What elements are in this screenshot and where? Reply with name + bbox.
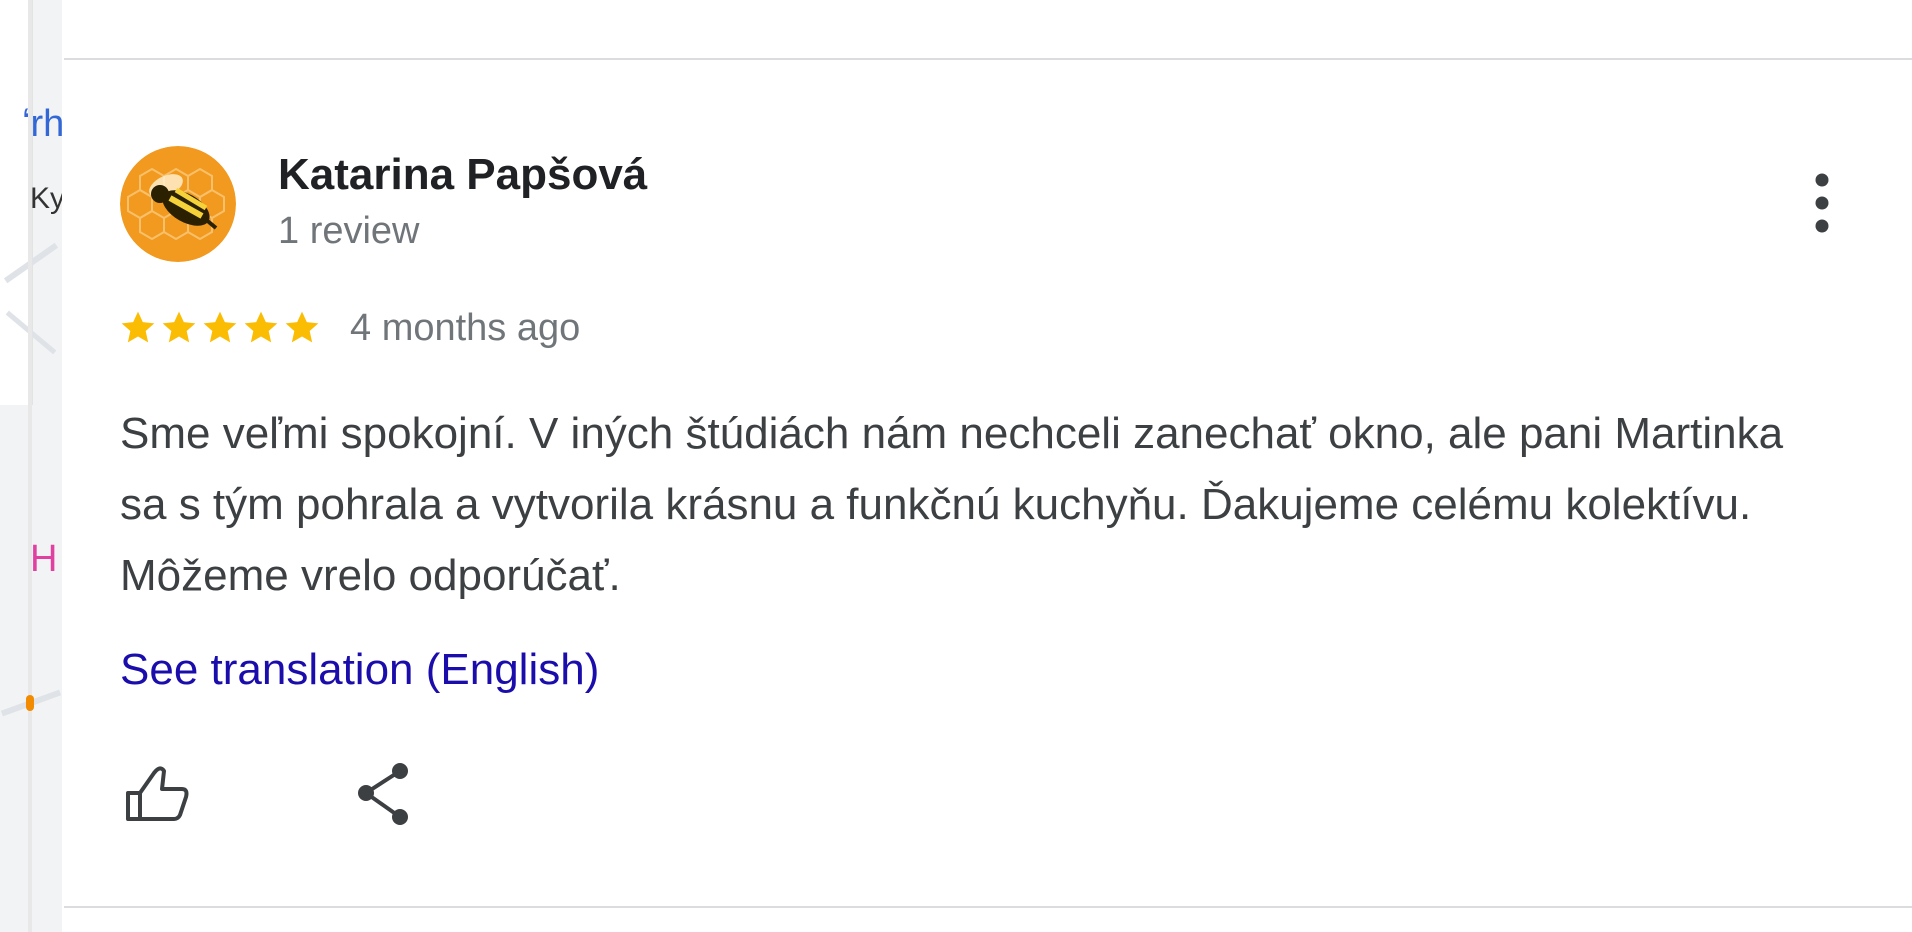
share-button[interactable] [348,755,424,831]
divider [64,58,1912,60]
divider [64,906,1912,908]
map-label-fragment: ʻrh [22,103,62,145]
bee-avatar-icon [120,146,236,262]
review-page: ʻrh Ky H Katarina Papšová 1 review 4 mon… [0,0,1912,932]
review-time: 4 months ago [350,306,581,349]
map-marker-dot[interactable] [26,695,34,711]
map-label-fragment: Ky [30,182,62,215]
star-icon [285,311,319,343]
map-edge[interactable]: ʻrh Ky H [0,0,62,932]
see-translation-link[interactable]: See translation (English) [120,645,599,695]
like-button[interactable] [120,755,196,831]
star-icon [203,311,237,343]
thumbs-up-icon [126,766,189,821]
rating-row: 4 months ago [118,300,580,356]
star-rating [118,308,322,348]
share-icon [358,763,408,825]
star-icon [162,311,196,343]
reviewer-review-count: 1 review [278,210,420,252]
star-icon [244,311,278,343]
more-vertical-icon [1815,173,1829,233]
map-label-fragment: H [30,538,58,580]
star-icon [121,311,155,343]
review-text: Sme veľmi spokojní. V iných štúdiách nám… [120,409,1784,600]
more-options-button[interactable] [1790,166,1850,240]
reviewer-avatar[interactable] [120,146,236,262]
reviewer-name[interactable]: Katarina Papšová [278,150,647,200]
